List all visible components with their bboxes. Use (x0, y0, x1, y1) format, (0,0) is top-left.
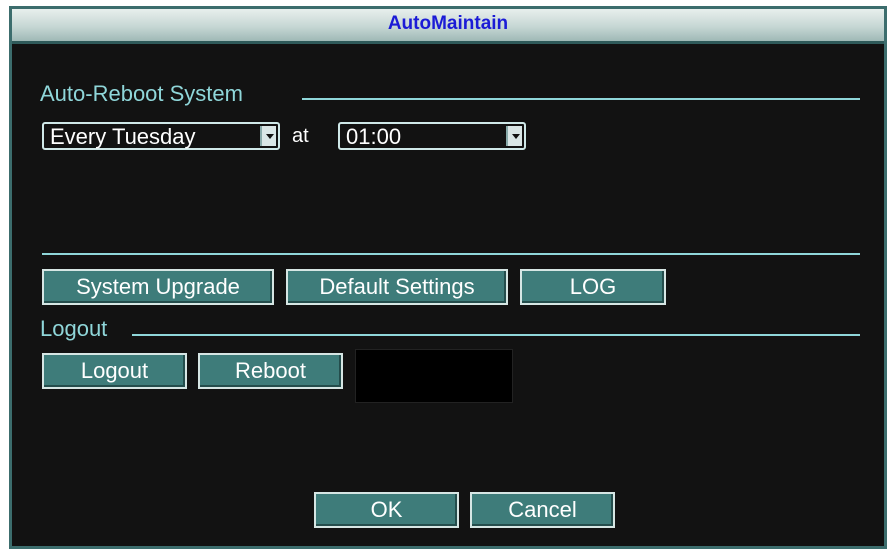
default-settings-button[interactable]: Default Settings (286, 269, 508, 305)
reboot-time-value: 01:00 (346, 124, 402, 149)
automaintain-dialog: AutoMaintain Auto-Reboot System Every Tu… (9, 6, 887, 549)
reboot-button[interactable]: Reboot (198, 353, 343, 389)
reboot-day-select[interactable]: Every Tuesday (42, 122, 280, 150)
auto-reboot-divider (302, 98, 860, 100)
ok-button[interactable]: OK (314, 492, 459, 528)
chevron-down-icon (260, 126, 276, 146)
status-display-area (355, 349, 513, 403)
section-divider (42, 253, 860, 255)
logout-divider (132, 334, 860, 336)
title-bar: AutoMaintain (12, 9, 884, 44)
logout-section-label: Logout (40, 316, 108, 341)
chevron-down-icon (506, 126, 522, 146)
auto-reboot-label: Auto-Reboot System (40, 81, 243, 106)
reboot-day-value: Every Tuesday (50, 124, 196, 149)
reboot-time-select[interactable]: 01:00 (338, 122, 526, 150)
dialog-title: AutoMaintain (387, 13, 509, 34)
log-button[interactable]: LOG (520, 269, 666, 305)
at-label: at (292, 125, 309, 147)
system-upgrade-button[interactable]: System Upgrade (42, 269, 274, 305)
logout-button[interactable]: Logout (42, 353, 187, 389)
cancel-button[interactable]: Cancel (470, 492, 615, 528)
